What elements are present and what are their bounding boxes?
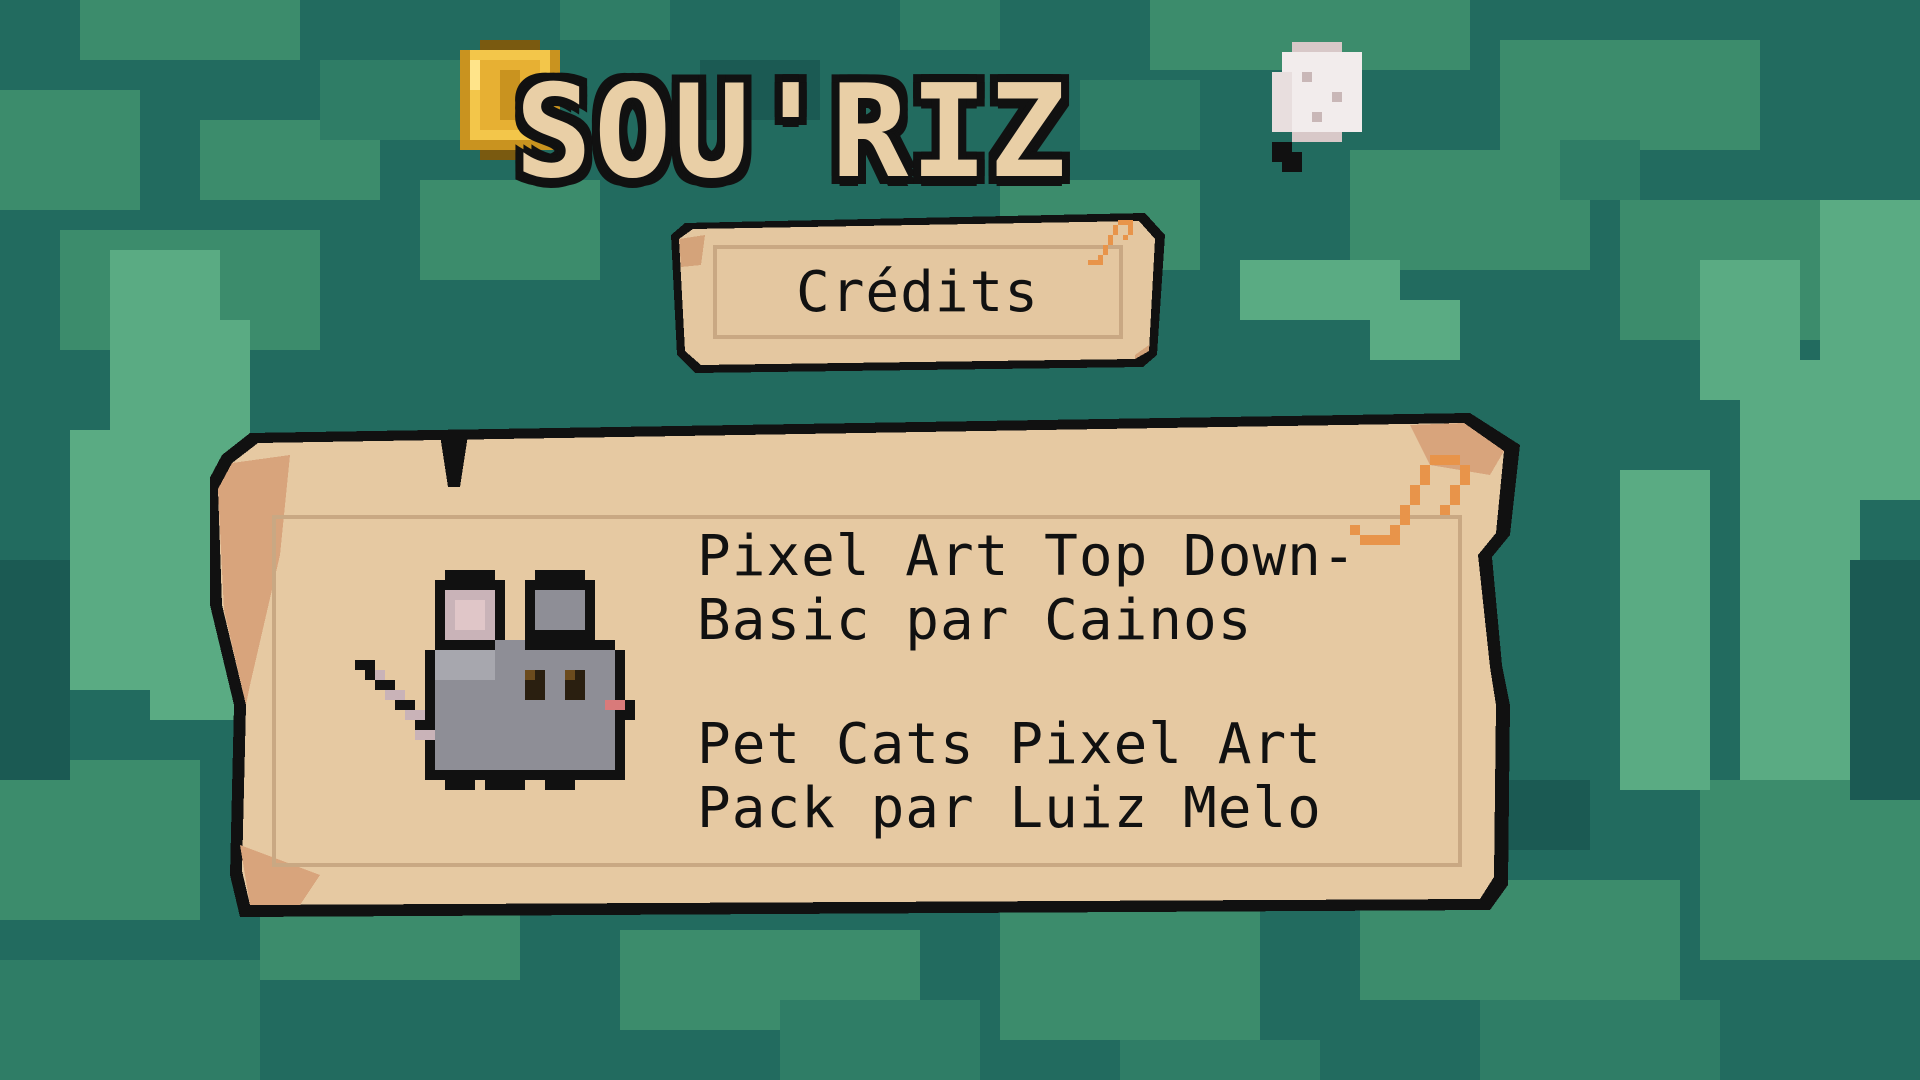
game-title: SOU'RIZ [515, 58, 1069, 207]
rice-ball-icon [1272, 42, 1362, 172]
credits-heading: Crédits [795, 260, 1039, 325]
game-title-logo: SOU'RIZ [450, 40, 1362, 207]
credits-panel: Pixel Art Top Down- Basic par Cainos Pet… [210, 405, 1640, 920]
credit-entry: Pet Cats Pixel Art Pack par Luiz Melo [697, 712, 1322, 841]
mouse-sprite [355, 570, 635, 790]
credit-entry: Pixel Art Top Down- Basic par Cainos [697, 524, 1357, 653]
credits-list: Pixel Art Top Down- Basic par Cainos Pet… [697, 525, 1537, 841]
credits-header-sign: Crédits [665, 205, 1170, 375]
credits-screen: SOU'RIZ Crédits Pixel Art Top Down- Basi… [0, 0, 1920, 1080]
